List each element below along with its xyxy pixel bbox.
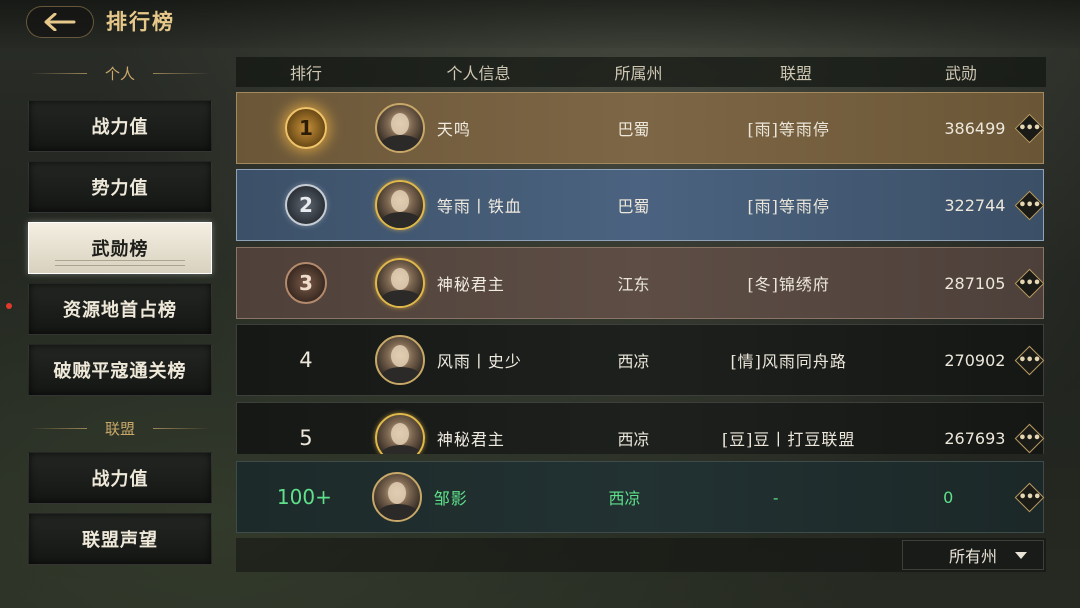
top-bar: 排行榜	[0, 0, 1080, 48]
player-alliance: -	[773, 487, 780, 507]
sidebar-item-alliance-power[interactable]: 战力值	[28, 452, 212, 504]
more-options-icon: •••	[1018, 275, 1041, 291]
state-filter-dropdown[interactable]: 所有州	[902, 540, 1044, 570]
more-options-button[interactable]: •••	[1016, 483, 1043, 511]
more-options-icon: •••	[1018, 352, 1041, 368]
back-button[interactable]	[26, 6, 94, 38]
more-options-icon: •••	[1018, 120, 1041, 136]
table-row[interactable]: 4 风雨丨史少 西凉 [情]风雨同舟路 270902 •••	[236, 324, 1044, 396]
player-alliance: [雨]等雨停	[747, 197, 830, 216]
column-header-merit: 武勋	[944, 64, 977, 83]
more-options-button[interactable]: •••	[1015, 269, 1043, 297]
player-name: 神秘君主	[436, 275, 505, 294]
player-alliance: [雨]等雨停	[747, 120, 830, 139]
more-options-button[interactable]: •••	[1015, 191, 1043, 219]
more-options-icon: •••	[1018, 489, 1042, 505]
rank-medal-icon: 3	[284, 262, 327, 304]
player-state: 西凉	[608, 489, 641, 508]
self-rank-row[interactable]: 100+ 邹影 西凉 - 0 •••	[236, 461, 1044, 533]
player-merit: 0	[943, 487, 954, 507]
player-state: 西凉	[617, 430, 650, 449]
avatar[interactable]	[374, 335, 425, 385]
avatar[interactable]	[371, 472, 422, 522]
player-state: 江东	[617, 275, 650, 294]
rank-medal-icon: 2	[284, 184, 327, 226]
player-merit: 287105	[944, 273, 1006, 293]
avatar[interactable]	[374, 180, 425, 230]
sidebar-item-merit-ranking[interactable]: 武勋榜	[28, 222, 212, 274]
player-merit: 267693	[944, 428, 1006, 448]
rank-number: 4	[299, 348, 313, 372]
player-name: 等雨丨铁血	[436, 197, 522, 216]
state-filter-label: 所有州	[948, 547, 997, 566]
player-name: 邹影	[433, 489, 468, 508]
more-options-icon: •••	[1018, 430, 1041, 446]
player-state: 巴蜀	[617, 197, 650, 216]
table-row[interactable]: 5 神秘君主 西凉 [豆]豆丨打豆联盟 267693 •••	[236, 402, 1044, 454]
back-arrow-icon	[44, 13, 76, 31]
page-title: 排行榜	[106, 9, 175, 34]
notification-dot	[6, 303, 12, 309]
avatar[interactable]	[374, 413, 425, 454]
column-header-alliance: 联盟	[779, 64, 812, 83]
sidebar-item-influence[interactable]: 势力值	[28, 161, 212, 213]
more-options-button[interactable]: •••	[1015, 346, 1043, 374]
column-header-info: 个人信息	[446, 64, 511, 83]
player-merit: 322744	[944, 195, 1006, 215]
player-name: 神秘君主	[436, 430, 505, 449]
more-options-button[interactable]: •••	[1015, 424, 1043, 452]
player-alliance: [情]风雨同舟路	[730, 352, 847, 371]
sidebar-item-bandit-clear[interactable]: 破贼平寇通关榜	[28, 344, 212, 396]
table-row[interactable]: 3 神秘君主 江东 [冬]锦绣府 287105 •••	[236, 247, 1044, 319]
sidebar-item-alliance-prestige[interactable]: 联盟声望	[28, 513, 212, 565]
player-alliance: [冬]锦绣府	[747, 275, 830, 294]
section-header-personal: 个人	[30, 63, 211, 83]
player-state: 巴蜀	[617, 120, 650, 139]
column-header-state: 所属州	[614, 64, 663, 83]
player-name: 天鸣	[436, 120, 471, 139]
sidebar-item-resource-first-capture[interactable]: 资源地首占榜	[28, 283, 212, 335]
player-state: 西凉	[617, 352, 650, 371]
section-header-alliance: 联盟	[30, 418, 211, 438]
scroll-clip: 5 神秘君主 西凉 [豆]豆丨打豆联盟 267693 •••	[236, 400, 1046, 454]
table-header: 排行 个人信息 所属州 联盟 武勋	[236, 57, 1046, 87]
player-merit: 386499	[944, 118, 1006, 138]
rank-number: 100+	[276, 485, 332, 509]
avatar[interactable]	[374, 258, 425, 308]
avatar[interactable]	[374, 103, 425, 153]
dropdown-arrow-icon	[1015, 552, 1027, 559]
more-options-icon: •••	[1018, 197, 1041, 213]
more-options-button[interactable]: •••	[1015, 114, 1043, 142]
player-name: 风雨丨史少	[436, 352, 522, 371]
table-row[interactable]: 2 等雨丨铁血 巴蜀 [雨]等雨停 322744 •••	[236, 169, 1044, 241]
rank-medal-icon: 1	[284, 107, 327, 149]
rank-number: 5	[299, 426, 313, 450]
sidebar-item-power[interactable]: 战力值	[28, 100, 212, 152]
player-alliance: [豆]豆丨打豆联盟	[721, 430, 856, 449]
table-row[interactable]: 1 天鸣 巴蜀 [雨]等雨停 386499 •••	[236, 92, 1044, 164]
column-header-rank: 排行	[289, 64, 322, 83]
player-merit: 270902	[944, 350, 1006, 370]
